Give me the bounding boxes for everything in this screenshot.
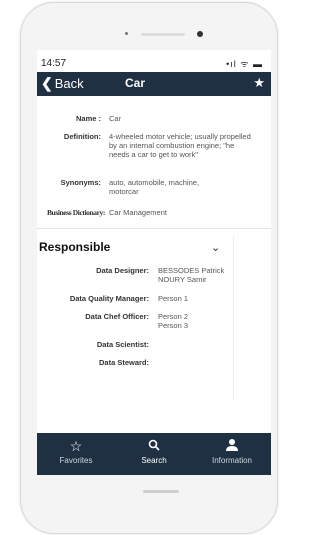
proximity-sensor (125, 32, 128, 35)
synonyms-value: auto, automobile, machine, motorcar (109, 178, 200, 196)
status-bar: 14:57 •ıl ᯤ ▬ (37, 50, 271, 72)
back-button[interactable]: ❮ Back (41, 75, 84, 92)
chevron-left-icon: ❮ (41, 75, 53, 91)
speaker-grille (141, 33, 185, 36)
data-designer-value: BESSODES Patrick NOURY Samir (158, 266, 225, 284)
detail-content: Name : Car Definition: 4-wheeled motor v… (37, 96, 271, 426)
data-quality-manager-value: Person 1 (158, 294, 189, 303)
back-label: Back (54, 76, 84, 91)
section-divider (37, 228, 271, 229)
star-outline-icon: ☆ (69, 438, 83, 454)
definition-value: 4-wheeled motor vehicle; usually propell… (109, 132, 251, 159)
tab-search-label: Search (141, 456, 167, 465)
system-status-icons: •ıl ᯤ ▬ (226, 59, 263, 69)
name-label: Name : (75, 114, 101, 123)
page-title: Car (125, 76, 146, 90)
tab-information[interactable]: Information (193, 433, 271, 475)
search-icon (115, 438, 193, 454)
home-indicator (143, 490, 179, 493)
business-dictionary-label: Business Dictionary: (46, 208, 105, 217)
business-dictionary-value: Car Management (109, 208, 167, 217)
data-designer-label: Data Designer: (96, 266, 149, 275)
navigation-bar: ❮ Back Car ★ (37, 72, 271, 96)
user-icon (193, 438, 271, 454)
front-camera (197, 31, 203, 37)
tab-favorites-label: Favorites (59, 456, 93, 465)
name-value: Car (109, 114, 122, 123)
tab-favorites[interactable]: ☆ Favorites (37, 433, 115, 475)
responsible-heading: Responsible (39, 240, 111, 254)
data-chef-officer-value: Person 2 Person 3 (158, 312, 189, 330)
data-quality-manager-label: Data Quality Manager: (69, 294, 149, 303)
star-icon[interactable]: ★ (253, 75, 265, 91)
tab-search[interactable]: Search (115, 433, 193, 475)
data-chef-officer-label: Data Chef Officer: (85, 312, 149, 321)
status-time: 14:57 (41, 58, 67, 69)
data-steward-label: Data Steward: (98, 358, 149, 367)
synonyms-label: Synonyms: (60, 178, 101, 187)
data-scientist-label: Data Scientist: (96, 340, 149, 349)
chevron-down-icon[interactable]: ⌄ (211, 241, 220, 254)
tab-information-label: Information (211, 456, 253, 465)
definition-label: Definition: (63, 132, 101, 141)
app-screen: 14:57 •ıl ᯤ ▬ ❮ Back Car ★ Name : Car Def… (37, 50, 271, 475)
tab-bar: ☆ Favorites Search Information (37, 433, 271, 475)
